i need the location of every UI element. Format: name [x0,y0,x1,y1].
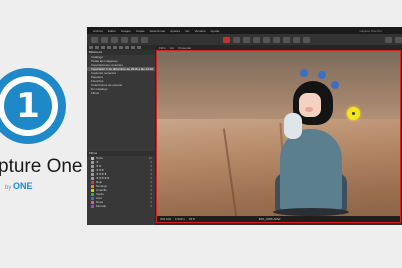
eraser-tool-icon[interactable] [283,36,290,43]
footer-filename: IMG_0095.ARW [258,217,281,221]
brand-name: pture One [0,156,83,177]
app-window: Archivo Editar Imagen Capas Seleccionar … [87,27,402,225]
undo-icon[interactable] [121,36,128,43]
brand-by-line: by ONE [5,181,33,191]
crop-tool-icon[interactable] [243,36,250,43]
details-tab-icon[interactable] [119,46,123,49]
redo-icon[interactable] [131,36,138,43]
menu-item-capas[interactable]: Capas [136,29,145,33]
rotate-tool-icon[interactable] [253,36,260,43]
footer-iso: ISO 100 [160,217,172,221]
library-item-label: Filtros [91,91,100,95]
import-icon[interactable] [91,36,98,43]
figurine-body [280,129,342,214]
figurine-bunny [284,113,302,139]
help-icon[interactable] [395,36,402,43]
menu-item-ver[interactable]: Ver [185,29,190,33]
library-list: Catálogo Todas las imágenes Importaciones … [87,55,155,95]
menu-item-archivo[interactable]: Archivo [93,29,103,33]
library-panel: Biblioteca Catálogo Todas las imágenes Imp… [87,45,155,225]
layout-icon[interactable] [141,36,148,43]
window-title: Capture One Pro [359,28,382,33]
output-tab-icon[interactable] [137,46,141,49]
brand-company: ONE [13,181,33,191]
capture-icon[interactable] [101,36,108,43]
viewer-tab-presentar[interactable]: Presentar [178,46,191,50]
menu-item-ayuda[interactable]: Ayuda [211,29,219,33]
menu-item-imagen[interactable]: Imagen [121,29,131,33]
picker-tool-icon[interactable] [293,36,300,43]
export-icon[interactable] [111,36,118,43]
logo-glyph: 1 [4,82,52,130]
menu-item-seleccionar[interactable]: Seleccionar [150,29,166,33]
lens-tab-icon[interactable] [101,46,105,49]
menu-bar: Archivo Editar Imagen Capas Seleccionar … [87,27,402,34]
capture-tab-icon[interactable] [95,46,99,49]
grid-view-icon[interactable] [385,36,392,43]
annotate-tool-icon[interactable] [303,36,310,43]
photo [157,51,400,222]
branding: 1 pture One by ONE [0,0,90,268]
color-tab-icon[interactable] [107,46,111,49]
zoom-tool-icon[interactable] [233,36,240,43]
capture-one-logo-icon: 1 [0,68,66,144]
color-swatch-icon [91,204,94,208]
keystone-tool-icon[interactable] [263,36,270,43]
mask-tool-icon[interactable] [273,36,280,43]
figurine-base [273,208,349,216]
pan-tool-icon[interactable] [223,36,230,43]
menu-item-editar[interactable]: Editar [108,29,116,33]
footer-aperture: f/2.8 [188,217,195,221]
menu-item-ajustes[interactable]: Ajustes [170,29,180,33]
footer-shutter: 1/100 s [175,217,185,221]
filter-item-row[interactable]: Morado 0 [87,204,155,208]
filter-item-count: 0 [150,204,152,208]
filter-item-label: Morado [96,204,107,208]
viewer-tab-filtro[interactable]: Filtro [159,46,166,50]
cursor-highlight-icon [347,107,360,120]
menu-item-ventana[interactable]: Ventana [195,29,206,33]
toolbar [87,34,402,45]
viewer-footer: ISO 100 1/100 s f/2.8 IMG_0095.ARW [157,216,400,222]
metadata-tab-icon[interactable] [131,46,135,49]
figurine-face [299,93,321,117]
viewer-tab-ver[interactable]: Ver [170,46,175,50]
adjustments-tab-icon[interactable] [125,46,129,49]
exposure-tab-icon[interactable] [113,46,117,49]
image-viewer[interactable]: ISO 100 1/100 s f/2.8 IMG_0095.ARW [156,50,401,223]
filter-list: Todo 12 ★ 0 ★★ 0 ★★★ 0 ★★★★ 0 ★★★★★ 0 Rojo 0 Naranja 0 A… [87,156,155,208]
library-tab-icon[interactable] [89,46,93,49]
